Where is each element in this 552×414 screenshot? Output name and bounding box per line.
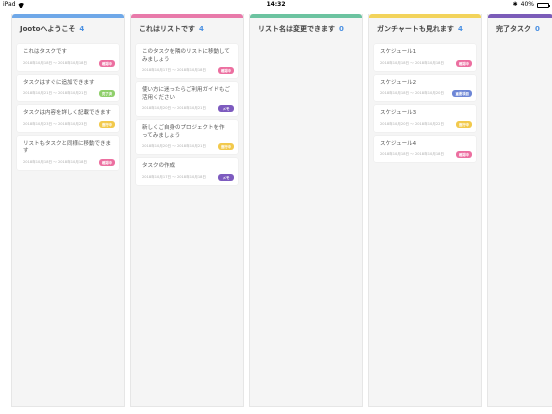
- list-column[interactable]: 完了タスク 0: [487, 14, 552, 407]
- task-title: タスクの作成: [142, 163, 176, 169]
- task-meta: 2018年10月20日 ～ 2018年10月22日 進行中: [380, 120, 472, 128]
- task-card[interactable]: このタスクを隣のリストに移動してみましょう 2018年10月17日 ～ 2018年…: [136, 44, 238, 78]
- list-column[interactable]: ガンチャートも見れます 4 スケジュール1 2018年10月18日 ～ 2018年10…: [368, 14, 482, 407]
- task-title: タスクは内容を詳しく記載できます: [23, 110, 112, 116]
- list-header[interactable]: ガンチャートも見れます 4: [369, 18, 481, 40]
- task-title: タスクはすぐに追加できます: [23, 79, 95, 86]
- task-date-range: 2018年10月18日 ～ 2018年10月18日: [380, 152, 445, 156]
- task-date-range: 2018年10月18日 ～ 2018年10月18日: [380, 60, 445, 65]
- status-right: ✱ 40%: [512, 0, 550, 10]
- task-list: [488, 40, 552, 48]
- bluetooth-icon: ✱: [512, 1, 518, 8]
- task-meta: 2018年10月17日 ～ 2018年10月18日 確認中: [142, 67, 234, 74]
- task-card[interactable]: これはタスクです 2018年10月18日 ～ 2018年10月18日 確認中: [17, 44, 119, 71]
- task-date-range: 2018年10月20日 ～ 2018年10月21日: [142, 106, 207, 110]
- list-count: 0: [535, 25, 540, 33]
- task-card[interactable]: スケジュール3 2018年10月20日 ～ 2018年10月22日 進行中: [374, 105, 476, 132]
- list-header[interactable]: Jootoへようこそ 4: [12, 18, 124, 40]
- task-title: これはタスクです: [23, 49, 68, 55]
- task-label-badge: 進行中: [217, 143, 234, 150]
- list-title: Jootoへようこそ: [20, 25, 76, 33]
- list-title: これはリストです: [139, 25, 195, 33]
- task-meta: 2018年10月20日 ～ 2018年10月21日 進行中: [142, 143, 234, 150]
- task-label-badge: 確認中: [455, 151, 472, 158]
- task-card[interactable]: スケジュール2 2018年10月18日 ～ 2018年10月20日 重要項目: [374, 74, 476, 101]
- task-label-badge: メモ: [218, 173, 234, 181]
- task-card[interactable]: 新しくご自身のプロジェクトを作ってみましょう 2018年10月20日 ～ 2018…: [136, 120, 238, 154]
- task-date-range: 2018年10月18日 ～ 2018年10月20日: [380, 91, 445, 95]
- list-column[interactable]: リスト名は変更できます 0: [249, 14, 363, 407]
- task-meta: 2018年10月21日 ～ 2018年10月21日 完了済: [23, 90, 115, 97]
- list-header[interactable]: リスト名は変更できます 0: [250, 18, 362, 40]
- task-label-badge: 進行中: [455, 120, 472, 128]
- battery-percent: 40%: [520, 1, 534, 8]
- task-label-badge: メモ: [218, 105, 234, 112]
- task-date-range: 2018年10月21日 ～ 2018年10月21日: [23, 91, 88, 95]
- task-date-range: 2018年10月17日 ～ 2018年10月18日: [142, 174, 207, 179]
- task-label-badge: 確認中: [217, 67, 234, 74]
- status-time: 14:32: [266, 1, 286, 8]
- task-card[interactable]: リストもタスクと同様に移動できます 2018年10月18日 ～ 2018年10月1…: [17, 135, 119, 170]
- task-title: 新しくご自身のプロジェクトを作ってみましょう: [142, 125, 225, 139]
- status-bar: iPad 14:32 ✱ 40%: [0, 0, 552, 10]
- task-title: スケジュール2: [380, 79, 417, 86]
- list-count: 4: [79, 25, 85, 33]
- battery-icon: [537, 2, 550, 8]
- task-list: このタスクを隣のリストに移動してみましょう 2018年10月17日 ～ 2018年…: [131, 40, 243, 189]
- task-title: 使い方に迷ったらご利用ガイドもご活用ください: [142, 87, 231, 101]
- task-list: スケジュール1 2018年10月18日 ～ 2018年10月18日 確認中 スケジュー…: [369, 40, 481, 166]
- kanban-board: Jootoへようこそ 4 これはタスクです 2018年10月18日 ～ 2018年10…: [11, 14, 552, 407]
- task-date-range: 2018年10月17日 ～ 2018年10月18日: [142, 68, 207, 72]
- task-meta: 2018年10月18日 ～ 2018年10月18日 確認中: [23, 59, 115, 67]
- task-date-range: 2018年10月20日 ～ 2018年10月22日: [380, 121, 445, 126]
- task-card[interactable]: スケジュール4 2018年10月18日 ～ 2018年10月18日 確認中: [374, 135, 476, 162]
- task-label-badge: 確認中: [98, 59, 115, 67]
- task-meta: 2018年10月23日 ～ 2018年10月23日 進行中: [23, 120, 115, 128]
- task-label-badge: 進行中: [98, 120, 115, 128]
- list-count: 4: [457, 25, 463, 33]
- list-count: 0: [339, 25, 344, 33]
- task-title: リストもタスクと同様に移動できます: [23, 140, 112, 155]
- task-title: このタスクを隣のリストに移動してみましょう: [142, 49, 230, 63]
- list-header[interactable]: これはリストです 4: [131, 18, 243, 40]
- list-count: 4: [199, 25, 204, 33]
- list-column[interactable]: Jootoへようこそ 4 これはタスクです 2018年10月18日 ～ 2018年10…: [11, 14, 125, 407]
- task-list: これはタスクです 2018年10月18日 ～ 2018年10月18日 確認中 タスクは…: [12, 40, 124, 174]
- task-card[interactable]: タスクはすぐに追加できます 2018年10月21日 ～ 2018年10月21日 完了…: [17, 74, 119, 101]
- task-meta: 2018年10月18日 ～ 2018年10月20日 重要項目: [380, 90, 472, 97]
- list-column[interactable]: これはリストです 4 このタスクを隣のリストに移動してみましょう 2018年10月17…: [130, 14, 244, 407]
- task-meta: 2018年10月18日 ～ 2018年10月18日 確認中: [380, 59, 472, 67]
- task-card[interactable]: タスクは内容を詳しく記載できます 2018年10月23日 ～ 2018年10月23…: [17, 105, 119, 132]
- task-label-badge: 重要項目: [452, 90, 472, 97]
- task-card[interactable]: スケジュール1 2018年10月18日 ～ 2018年10月18日 確認中: [374, 44, 476, 71]
- task-label-badge: 確認中: [455, 59, 472, 67]
- task-label-badge: 確認中: [98, 158, 115, 166]
- task-date-range: 2018年10月18日 ～ 2018年10月18日: [23, 60, 88, 65]
- task-label-badge: 完了済: [98, 90, 115, 97]
- task-meta: 2018年10月18日 ～ 2018年10月18日 確認中: [23, 158, 115, 166]
- task-title: スケジュール3: [380, 110, 417, 116]
- task-title: スケジュール1: [380, 49, 417, 55]
- task-card[interactable]: タスクの作成 2018年10月17日 ～ 2018年10月18日 メモ: [136, 158, 238, 185]
- task-meta: 2018年10月20日 ～ 2018年10月21日 メモ: [142, 105, 234, 112]
- task-date-range: 2018年10月23日 ～ 2018年10月23日: [23, 121, 88, 126]
- task-meta: 2018年10月18日 ～ 2018年10月18日 確認中: [380, 151, 472, 158]
- task-card[interactable]: 使い方に迷ったらご利用ガイドもご活用ください 2018年10月20日 ～ 2018…: [136, 82, 238, 116]
- task-date-range: 2018年10月20日 ～ 2018年10月21日: [142, 144, 207, 148]
- task-list: [250, 40, 362, 48]
- list-title: ガンチャートも見れます: [377, 25, 454, 33]
- task-date-range: 2018年10月18日 ～ 2018年10月18日: [23, 159, 88, 164]
- task-meta: 2018年10月17日 ～ 2018年10月18日 メモ: [142, 173, 234, 181]
- list-title: 完了タスク: [496, 25, 531, 33]
- task-title: スケジュール4: [380, 140, 417, 147]
- list-header[interactable]: 完了タスク 0: [488, 18, 552, 40]
- list-title: リスト名は変更できます: [258, 25, 335, 33]
